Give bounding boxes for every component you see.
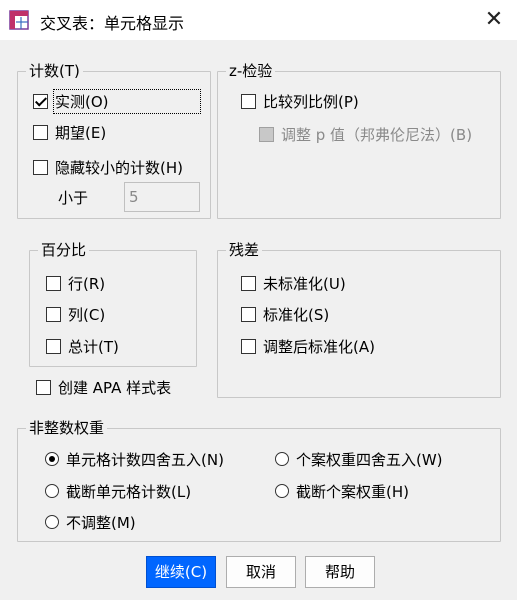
row-percent-checkbox[interactable]: 行(R) (46, 272, 105, 294)
title-bar: 交叉表：单元格显示 ✕ (0, 0, 517, 40)
expected-checkbox[interactable]: 期望(E) (33, 121, 106, 143)
apa-label: 创建 APA 样式表 (58, 378, 172, 397)
less-than-label: 小于 (58, 186, 88, 208)
counts-legend: 计数(T) (26, 62, 83, 80)
unstandardized-label: 未标准化(U) (263, 274, 346, 293)
truncate-case-label: 截断个案权重(H) (296, 482, 409, 501)
checkbox-icon[interactable] (241, 306, 256, 322)
continue-button[interactable]: 继续(C) (146, 556, 216, 588)
checkbox-icon[interactable] (241, 275, 256, 291)
help-button[interactable]: 帮助 (305, 556, 375, 588)
checkbox-disabled-icon (259, 126, 274, 142)
round-cell-label: 单元格计数四舍五入(N) (66, 450, 224, 469)
no-adjustment-radio[interactable]: 不调整(M) (45, 511, 136, 533)
standardized-label: 标准化(S) (263, 305, 330, 324)
truncate-cell-counts-radio[interactable]: 截断单元格计数(L) (45, 480, 191, 502)
round-case-weights-radio[interactable]: 个案权重四舍五入(W) (275, 448, 443, 470)
adjusted-standardized-checkbox[interactable]: 调整后标准化(A) (241, 335, 375, 357)
hide-small-counts-checkbox[interactable]: 隐藏较小的计数(H) (33, 156, 183, 178)
checkbox-icon[interactable] (46, 338, 61, 354)
round-cell-counts-radio[interactable]: 单元格计数四舍五入(N) (45, 448, 224, 470)
radio-icon[interactable] (45, 515, 59, 529)
adjust-p-checkbox: 调整 p 值（邦弗伦尼法）(B) (259, 123, 472, 145)
weights-legend: 非整数权重 (26, 419, 108, 437)
radio-icon[interactable] (275, 452, 289, 466)
checkbox-icon[interactable] (241, 93, 256, 109)
z-test-legend: z-检验 (226, 62, 276, 80)
compare-label: 比较列比例(P) (263, 92, 359, 111)
observed-checkbox[interactable]: 实测(O) (33, 88, 201, 114)
apa-checkbox[interactable]: 创建 APA 样式表 (36, 376, 171, 398)
no-adjust-label: 不调整(M) (66, 513, 136, 532)
less-than-text: 小于 (58, 188, 89, 207)
unstandardized-checkbox[interactable]: 未标准化(U) (241, 272, 346, 294)
checkbox-icon[interactable] (33, 124, 48, 140)
hide-small-label: 隐藏较小的计数(H) (55, 158, 183, 177)
residuals-legend: 残差 (226, 241, 263, 259)
window-title: 交叉表：单元格显示 (40, 14, 185, 33)
observed-label: 实测(O) (53, 88, 201, 114)
adjusted-label: 调整后标准化(A) (263, 337, 375, 356)
checkbox-icon[interactable] (33, 159, 48, 175)
truncate-case-weights-radio[interactable]: 截断个案权重(H) (275, 480, 409, 502)
column-label: 列(C) (68, 305, 106, 324)
radio-selected-icon[interactable] (45, 452, 59, 466)
spss-table-icon (9, 10, 29, 30)
total-percent-checkbox[interactable]: 总计(T) (46, 335, 119, 357)
column-percent-checkbox[interactable]: 列(C) (46, 303, 105, 325)
cancel-button[interactable]: 取消 (226, 556, 296, 588)
checkbox-icon[interactable] (46, 275, 61, 291)
round-case-label: 个案权重四舍五入(W) (296, 450, 443, 469)
adjust-p-label: 调整 p 值（邦弗伦尼法）(B) (281, 125, 473, 144)
percentages-legend: 百分比 (38, 241, 90, 259)
total-label: 总计(T) (68, 337, 119, 356)
row-label: 行(R) (68, 274, 106, 293)
close-icon[interactable]: ✕ (471, 0, 517, 40)
less-than-input[interactable]: 5 (124, 182, 200, 212)
expected-label: 期望(E) (55, 123, 107, 142)
truncate-cell-label: 截断单元格计数(L) (66, 482, 192, 501)
checkbox-icon[interactable] (46, 306, 61, 322)
radio-icon[interactable] (275, 484, 289, 498)
checkbox-checked-icon[interactable] (33, 93, 48, 109)
compare-column-checkbox[interactable]: 比较列比例(P) (241, 90, 359, 112)
checkbox-icon[interactable] (36, 379, 51, 395)
checkbox-icon[interactable] (241, 338, 256, 354)
radio-icon[interactable] (45, 484, 59, 498)
standardized-checkbox[interactable]: 标准化(S) (241, 303, 329, 325)
